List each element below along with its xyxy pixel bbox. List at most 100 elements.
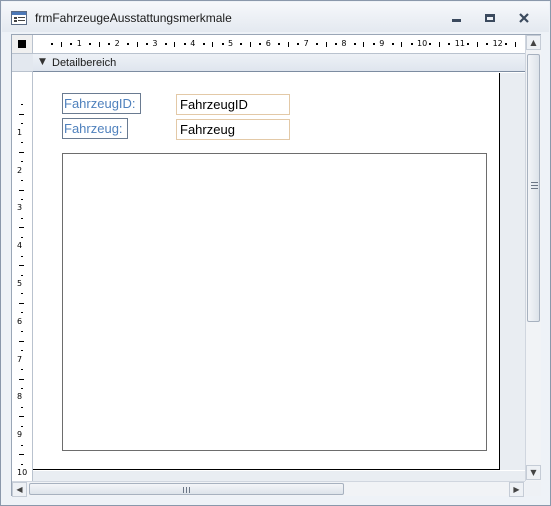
- ruler-tick: [221, 43, 224, 45]
- ruler-tick: [19, 378, 24, 380]
- ruler-tick: [108, 43, 111, 45]
- ruler-tick: [476, 42, 478, 47]
- ruler-tick: [21, 406, 23, 408]
- ruler-tick: [212, 42, 214, 47]
- section-selector[interactable]: [12, 54, 33, 72]
- ruler-tick: [297, 43, 300, 45]
- close-button[interactable]: [510, 9, 538, 27]
- section-header-detail[interactable]: ▼ Detailbereich: [33, 54, 525, 72]
- ruler-number: 8: [341, 39, 347, 48]
- ruler-tick: [21, 274, 23, 276]
- ruler-tick: [21, 236, 23, 238]
- ruler-tick: [410, 43, 413, 45]
- ruler-tick: [278, 43, 281, 45]
- design-surface: 1 2 3 4 5 6 7 8 9 10 11 12 1 2 3 4 5 6 7 8 9 10 ▼ Detailbere…: [11, 34, 541, 497]
- textbox-fahrzeugid[interactable]: FahrzeugID: [176, 94, 290, 115]
- ruler-tick: [19, 340, 24, 342]
- ruler-tick: [21, 444, 23, 446]
- ruler-tick: [21, 293, 23, 295]
- ruler-tick: [21, 331, 23, 333]
- section-arrow-icon: ▼: [39, 57, 46, 67]
- ruler-tick: [21, 198, 23, 200]
- ruler-tick: [249, 42, 251, 47]
- ruler-tick: [363, 42, 365, 47]
- ruler-tick: [19, 227, 24, 229]
- ruler-number: 9: [379, 39, 385, 48]
- ruler-number: 1: [76, 39, 82, 48]
- form-selector[interactable]: [12, 35, 33, 54]
- ruler-number: 5: [17, 279, 23, 288]
- ruler-tick: [21, 255, 23, 257]
- ruler-tick: [353, 43, 356, 45]
- ruler-tick: [391, 43, 394, 45]
- ruler-number: 6: [265, 39, 271, 48]
- ruler-number: 2: [114, 39, 120, 48]
- ruler-number: 3: [17, 203, 23, 213]
- ruler-tick: [145, 43, 148, 45]
- ruler-tick: [287, 42, 289, 47]
- ruler-tick: [19, 454, 24, 456]
- ruler-tick: [21, 161, 23, 163]
- scroll-right-button[interactable]: ▶: [509, 482, 524, 497]
- ruler-tick: [438, 42, 440, 47]
- ruler-tick: [514, 42, 516, 47]
- ruler-tick: [316, 43, 319, 45]
- ruler-number: 10: [17, 468, 28, 477]
- ruler-number: 4: [17, 241, 23, 251]
- ruler-tick: [21, 180, 23, 182]
- ruler-tick: [505, 43, 508, 45]
- ruler-tick: [448, 43, 451, 45]
- ruler-tick: [21, 104, 23, 106]
- ruler-tick: [202, 43, 205, 45]
- horizontal-scrollbar[interactable]: ◀ ▶: [12, 481, 525, 497]
- ruler-number: 4: [190, 39, 196, 48]
- ruler-tick: [467, 43, 470, 45]
- ruler-tick: [89, 43, 92, 45]
- maximize-button[interactable]: [476, 9, 504, 27]
- ruler-tick: [174, 42, 176, 47]
- minimize-button[interactable]: [442, 9, 470, 27]
- ruler-number: 5: [228, 39, 234, 48]
- ruler-tick: [19, 113, 24, 115]
- ruler-tick: [21, 425, 23, 427]
- horizontal-ruler[interactable]: 1 2 3 4 5 6 7 8 9 10 11 12: [33, 35, 525, 54]
- section-title: Detailbereich: [52, 57, 117, 69]
- horizontal-scroll-thumb[interactable]: [29, 483, 344, 495]
- title-bar[interactable]: frmFahrzeugeAusstattungsmerkmale: [2, 2, 549, 32]
- scroll-left-button[interactable]: ◀: [12, 482, 27, 497]
- ruler-tick: [21, 387, 23, 389]
- ruler-tick: [21, 369, 23, 371]
- ruler-tick: [70, 43, 73, 45]
- label-fahrzeugid[interactable]: FahrzeugID:: [62, 93, 141, 114]
- ruler-number: 2: [17, 165, 23, 175]
- ruler-number: 7: [17, 354, 23, 364]
- ruler-number: 7: [303, 39, 309, 48]
- textbox-fahrzeug[interactable]: Fahrzeug: [176, 119, 290, 140]
- label-fahrzeug[interactable]: Fahrzeug:: [62, 118, 128, 139]
- minimize-icon: [451, 19, 461, 22]
- close-icon: [519, 13, 529, 23]
- ruler-number: 10: [417, 39, 428, 48]
- vertical-scrollbar[interactable]: ▲ ▼: [525, 35, 541, 485]
- ruler-tick: [183, 43, 186, 45]
- vertical-ruler[interactable]: 1 2 3 4 5 6 7 8 9 10: [12, 54, 33, 484]
- ruler-number: 1: [17, 127, 23, 137]
- ruler-number: 3: [152, 39, 158, 48]
- scroll-up-button[interactable]: ▲: [526, 35, 541, 50]
- ruler-tick: [136, 42, 138, 47]
- ruler-number: 8: [17, 392, 23, 402]
- ruler-tick: [127, 43, 130, 45]
- ruler-tick: [429, 43, 432, 45]
- ruler-tick: [240, 43, 243, 45]
- ruler-tick: [372, 43, 375, 45]
- ruler-tick: [21, 463, 23, 465]
- maximize-icon: [485, 14, 495, 22]
- ruler-number: 6: [17, 316, 23, 326]
- subform-control[interactable]: [62, 153, 487, 451]
- ruler-tick: [19, 151, 24, 153]
- scroll-down-button[interactable]: ▼: [526, 465, 541, 480]
- vertical-scroll-thumb[interactable]: [527, 54, 540, 322]
- ruler-tick: [21, 142, 23, 144]
- ruler-tick: [98, 42, 100, 47]
- detail-section[interactable]: FahrzeugID: FahrzeugID Fahrzeug: Fahrzeu…: [33, 73, 500, 470]
